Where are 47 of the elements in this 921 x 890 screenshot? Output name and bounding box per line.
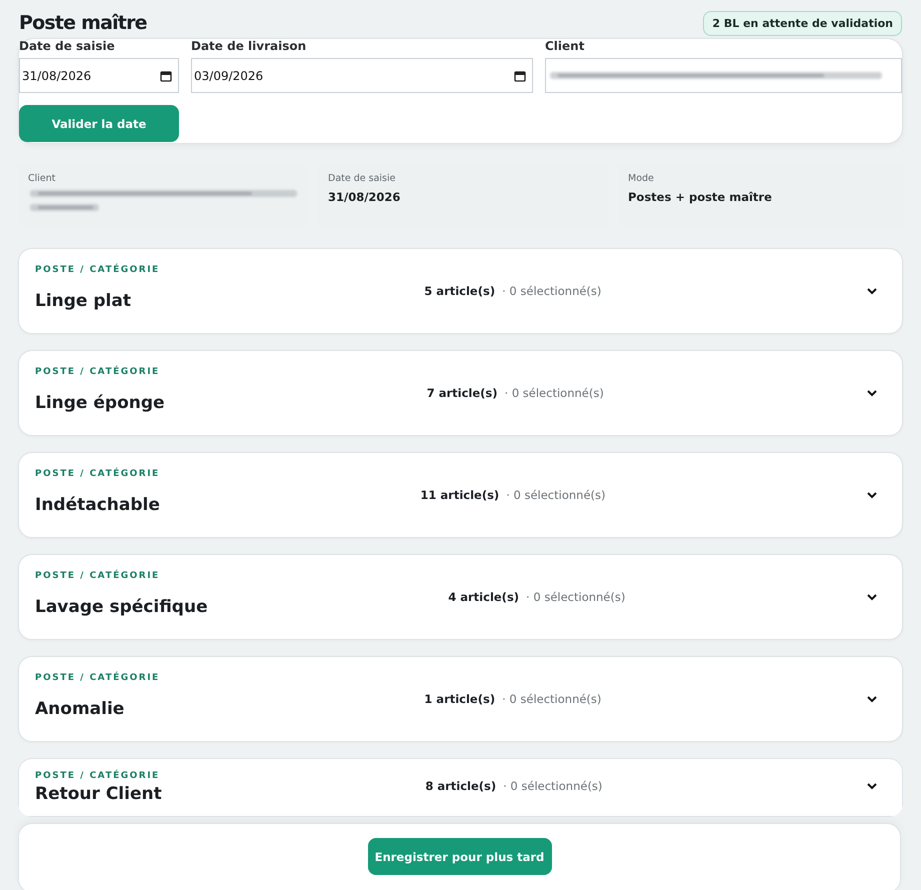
- article-count: 8 article(s): [425, 778, 496, 792]
- category-eyebrow: POSTE / CATÉGORIE: [35, 771, 161, 781]
- calendar-icon: [514, 70, 526, 82]
- category-name: Linge éponge: [35, 393, 165, 413]
- category-card[interactable]: POSTE / CATÉGORIE Linge plat 5 article(s) · 0 sélectionné(s): [18, 248, 903, 334]
- save-later-button[interactable]: Enregistrer pour plus tard: [368, 838, 552, 875]
- selected-count: · 0 sélectionné(s): [503, 778, 602, 792]
- category-name: Lavage spécifique: [35, 597, 208, 617]
- date-field[interactable]: 03/09/2026: [191, 58, 533, 93]
- category-eyebrow: POSTE / CATÉGORIE: [35, 571, 161, 581]
- category-name: Retour Client: [35, 784, 162, 804]
- selected-count: · 0 sélectionné(s): [502, 284, 602, 298]
- article-count: 1 article(s): [424, 692, 496, 706]
- category-card[interactable]: POSTE / CATÉGORIE Linge éponge 7 article(s) · 0 sélectionné(s): [18, 350, 903, 436]
- article-count: 4 article(s): [448, 590, 520, 604]
- category-eyebrow: POSTE / CATÉGORIE: [35, 469, 160, 479]
- page-title: Poste maître: [19, 12, 147, 34]
- summary-label: Mode: [628, 173, 655, 184]
- summary-label: Date de saisie: [328, 173, 396, 184]
- category-card[interactable]: POSTE / CATÉGORIE Retour Client 8 article(s) · 0 sélectionné(s): [18, 758, 903, 817]
- article-count: 11 article(s): [420, 488, 500, 502]
- selected-count: · 0 sélectionné(s): [504, 386, 604, 400]
- category-eyebrow: POSTE / CATÉGORIE: [35, 673, 160, 683]
- category-name: Indétachable: [35, 495, 160, 515]
- category-name: Anomalie: [35, 699, 126, 719]
- category-eyebrow: POSTE / CATÉGORIE: [35, 265, 160, 275]
- field-label: Date de saisie: [19, 39, 116, 53]
- summary-value: 31/08/2026: [328, 190, 402, 204]
- category-name: Linge plat: [35, 291, 132, 311]
- category-eyebrow: POSTE / CATÉGORIE: [35, 367, 161, 377]
- validate-date-button[interactable]: Valider la date: [19, 105, 179, 142]
- category-card[interactable]: POSTE / CATÉGORIE Lavage spécifique 4 article(s) · 0 sélectionné(s): [18, 554, 903, 640]
- summary-value: Postes + poste maître: [628, 190, 773, 204]
- category-card[interactable]: POSTE / CATÉGORIE Indétachable 11 article(s) · 0 sélectionné(s): [18, 452, 903, 538]
- article-count: 5 article(s): [424, 284, 496, 298]
- article-count: 7 article(s): [426, 386, 498, 400]
- calendar-icon: [160, 70, 172, 82]
- selected-count: · 0 sélectionné(s): [526, 590, 626, 604]
- client-field[interactable]: [545, 58, 902, 93]
- category-card[interactable]: POSTE / CATÉGORIE Anomalie 1 article(s) · 0 sélectionné(s): [18, 656, 903, 742]
- date-field[interactable]: 31/08/2026: [19, 58, 179, 93]
- summary-label: Client: [28, 173, 57, 184]
- selected-count: · 0 sélectionné(s): [502, 692, 602, 706]
- pending-badge: 2 BL en attente de validation: [703, 10, 902, 36]
- field-label: Client: [545, 39, 586, 53]
- selected-count: · 0 sélectionné(s): [506, 488, 606, 502]
- field-label: Date de livraison: [191, 39, 308, 53]
